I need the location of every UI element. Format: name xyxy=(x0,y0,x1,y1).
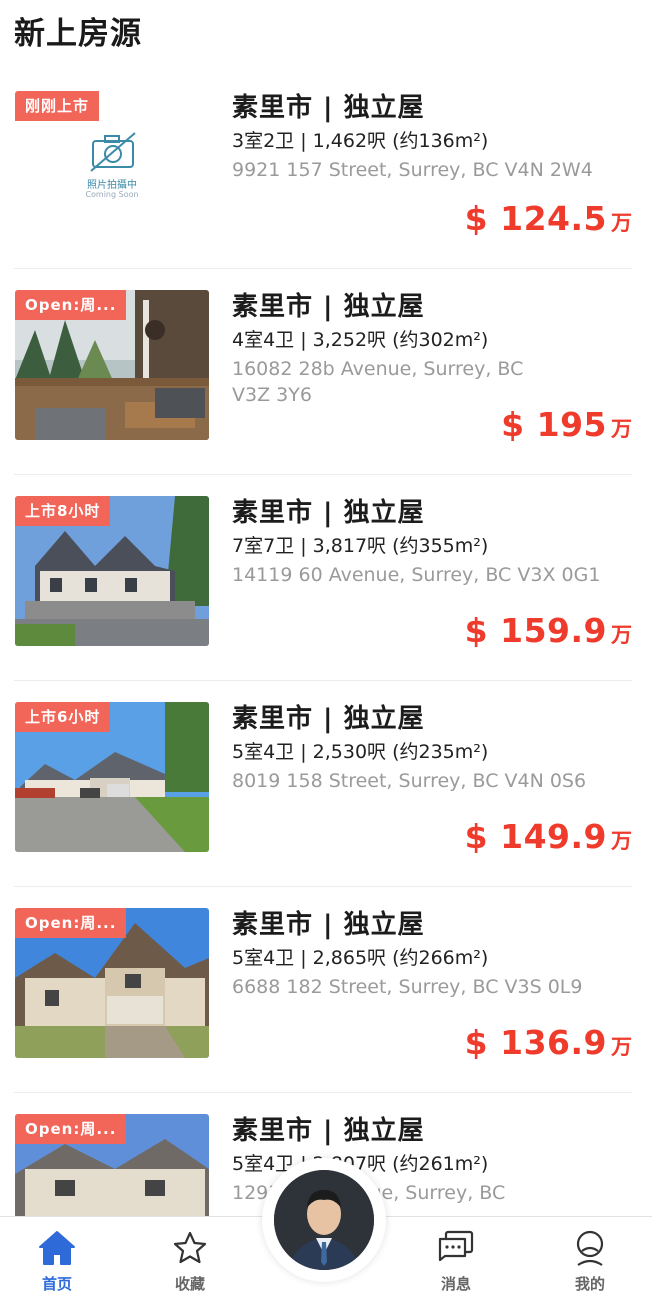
listing-address: 9921 157 Street, Surrey, BC V4N 2W4 xyxy=(232,159,593,181)
listing-info: 素里市 | 独立屋 4室4卫 | 3,252呎 (约302m²) 16082 2… xyxy=(232,289,632,408)
listing-title: 素里市 | 独立屋 xyxy=(232,1116,425,1146)
listing-title: 素里市 | 独立屋 xyxy=(232,93,425,123)
user-icon xyxy=(576,1230,604,1266)
listing-card[interactable]: Open:周... 素里市 | 独立屋 5室4卫 | 2,865呎 (约266m… xyxy=(14,887,632,1093)
listing-title: 素里市 | 独立屋 xyxy=(232,704,425,734)
price-unit: 万 xyxy=(611,1035,632,1059)
listing-info: 素里市 | 独立屋 3室2卫 | 1,462呎 (约136m²) 9921 15… xyxy=(232,90,632,183)
price-value: $ 136.9 xyxy=(464,1023,607,1062)
price-value: $ 195 xyxy=(501,405,607,444)
listing-badge: 刚刚上市 xyxy=(15,91,100,121)
listing-title: 素里市 | 独立屋 xyxy=(232,498,425,528)
listing-specs: 4室4卫 | 3,252呎 (约302m²) xyxy=(232,329,489,351)
listing-info: 素里市 | 独立屋 7室7卫 | 3,817呎 (约355m²) 14119 6… xyxy=(232,495,632,588)
agent-portrait xyxy=(274,1170,374,1270)
listing-photo: Open:周... xyxy=(15,290,209,440)
listing-address: 8019 158 Street, Surrey, BC V4N 0S6 xyxy=(232,770,587,792)
price-unit: 万 xyxy=(611,211,632,235)
tab-favorites-label: 收藏 xyxy=(174,1275,205,1293)
listing-title: 素里市 | 独立屋 xyxy=(232,910,425,940)
tab-mine[interactable]: 我的 xyxy=(550,1229,630,1294)
home-icon xyxy=(39,1231,75,1265)
tab-mine-label: 我的 xyxy=(574,1275,605,1293)
listing-badge: Open:周... xyxy=(15,1114,127,1144)
listing-specs: 5室4卫 | 2,530呎 (约235m²) xyxy=(232,741,489,763)
avatar xyxy=(274,1170,374,1270)
listing-price: $ 124.5 万 xyxy=(465,199,632,238)
price-unit: 万 xyxy=(611,623,632,647)
listing-specs: 7室7卫 | 3,817呎 (约355m²) xyxy=(232,535,489,557)
listing-price: $ 149.9 万 xyxy=(465,817,632,856)
listing-badge: 上市8小时 xyxy=(15,496,111,526)
coming-soon-label: Coming Soon xyxy=(85,190,139,199)
listing-list: 照片拍攝中 Coming Soon 刚刚上市 素里市 | 独立屋 3室2卫 | … xyxy=(0,70,652,1299)
listing-price: $ 195 万 xyxy=(501,405,632,444)
price-unit: 万 xyxy=(611,417,632,441)
listing-address: 6688 182 Street, Surrey, BC V3S 0L9 xyxy=(232,976,583,998)
listing-card[interactable]: 上市8小时 素里市 | 独立屋 7室7卫 | 3,817呎 (约355m²) 1… xyxy=(14,475,632,681)
listing-address: 14119 60 Avenue, Surrey, BC V3X 0G1 xyxy=(232,564,601,586)
page-title: 新上房源 xyxy=(14,16,142,52)
listing-price: $ 159.9 万 xyxy=(465,611,632,650)
listing-card[interactable]: Open:周... 素里市 | 独立屋 4室4卫 | 3,252呎 (约302m… xyxy=(14,269,632,475)
listing-info: 素里市 | 独立屋 5室4卫 | 2,530呎 (约235m²) 8019 15… xyxy=(232,701,632,794)
agent-avatar-button[interactable] xyxy=(262,1158,386,1282)
listing-title: 素里市 | 独立屋 xyxy=(232,292,425,322)
listing-card[interactable]: 照片拍攝中 Coming Soon 刚刚上市 素里市 | 独立屋 3室2卫 | … xyxy=(14,70,632,269)
chat-icon xyxy=(438,1230,474,1262)
tab-messages[interactable]: 消息 xyxy=(416,1229,496,1294)
listing-photo: 上市8小时 xyxy=(15,496,209,646)
price-unit: 万 xyxy=(611,829,632,853)
listing-price: $ 136.9 万 xyxy=(465,1023,632,1062)
listing-specs: 5室4卫 | 2,865呎 (约266m²) xyxy=(232,947,489,969)
listing-photo-placeholder: 照片拍攝中 Coming Soon 刚刚上市 xyxy=(15,91,209,241)
listing-badge: Open:周... xyxy=(15,290,127,320)
price-value: $ 149.9 xyxy=(464,817,607,856)
listing-badge: 上市6小时 xyxy=(15,702,111,732)
listing-card[interactable]: 上市6小时 素里市 | 独立屋 5室4卫 | 2,530呎 (约235m²) 8… xyxy=(14,681,632,887)
tab-favorites[interactable]: 收藏 xyxy=(150,1229,230,1294)
photo-pending-label: 照片拍攝中 xyxy=(87,180,137,191)
listing-address: 16082 28b Avenue, Surrey, BC V3Z 3Y6 xyxy=(232,358,524,406)
tab-messages-label: 消息 xyxy=(440,1275,471,1293)
price-value: $ 159.9 xyxy=(464,611,607,650)
tab-home[interactable]: 首页 xyxy=(17,1229,97,1294)
tab-home-label: 首页 xyxy=(41,1275,72,1293)
listing-photo: 上市6小时 xyxy=(15,702,209,852)
price-value: $ 124.5 xyxy=(464,199,607,238)
listing-specs: 3室2卫 | 1,462呎 (约136m²) xyxy=(232,130,489,152)
listing-photo: Open:周... xyxy=(15,908,209,1058)
star-icon xyxy=(173,1231,207,1264)
listing-badge: Open:周... xyxy=(15,908,127,938)
listing-info: 素里市 | 独立屋 5室4卫 | 2,865呎 (约266m²) 6688 18… xyxy=(232,907,632,1000)
